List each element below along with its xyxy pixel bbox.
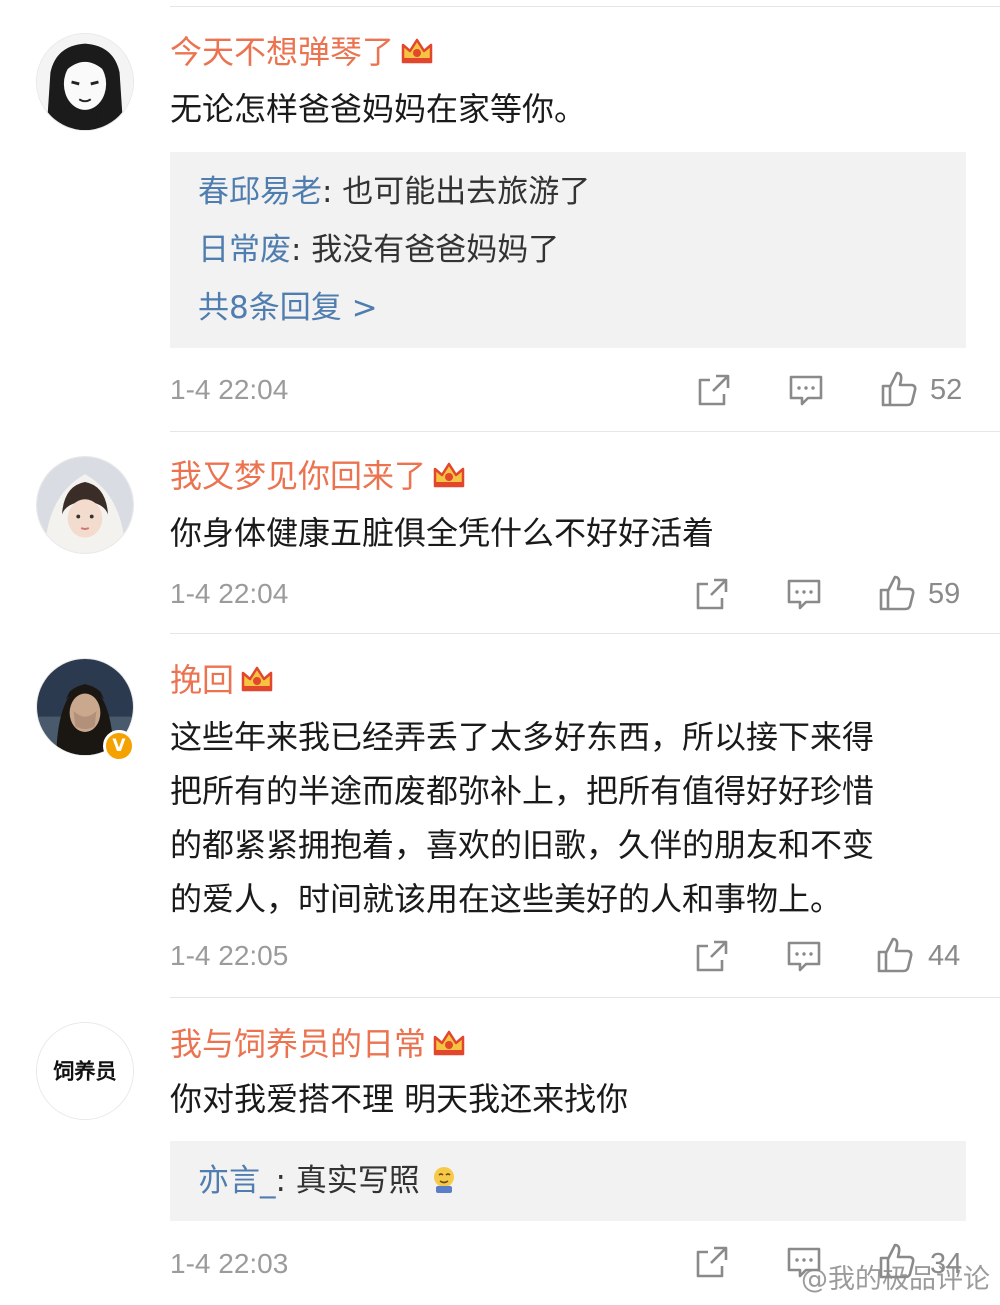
reply-username[interactable]: 春邱易老 [198,174,322,210]
comment-text: 无论怎样爸爸妈妈在家等你。 [170,90,587,128]
verified-badge-icon: V [103,730,135,762]
reply-box[interactable]: 亦言_: 真实写照 [170,1141,966,1221]
comment-item: 饲养员 我与饲养员的日常 你对我爱搭不理 明天我还来找你 亦言_: 真实写照 1… [0,998,1000,1305]
share-icon[interactable] [696,372,732,408]
crown-icon [240,663,274,693]
comment-item: 今天不想弹琴了 无论怎样爸爸妈妈在家等你。 春邱易老: 也可能出去旅游了 日常废… [0,0,1000,432]
reply-text: : 我没有爸爸妈妈了 [291,232,560,268]
avatar[interactable]: 饲养员 [36,1022,134,1120]
crown-icon [400,35,434,65]
comment-icon[interactable] [786,576,822,612]
crown-icon [432,459,466,489]
avatar-text: 饲养员 [52,1059,116,1084]
username-text[interactable]: 今天不想弹琴了 [170,33,394,71]
reply-box[interactable]: 春邱易老: 也可能出去旅游了 日常废: 我没有爸爸妈妈了 共8条回复 > [170,152,966,348]
share-icon[interactable] [694,1244,730,1280]
username-text[interactable]: 我又梦见你回来了 [170,457,426,495]
timestamp: 1-4 22:04 [170,578,289,609]
share-icon[interactable] [694,576,730,612]
comment-item: V 挽回 这些年来我已经弄丢了太多好东西，所以接下来得 把所有的半途而废都弥补上… [0,634,1000,998]
watermark: @我的极品评论 [801,1264,990,1295]
like-count: 44 [928,940,961,972]
reply-text: : 真实写照 [275,1163,420,1199]
timestamp: 1-4 22:03 [170,1248,289,1279]
comment-text: 你对我爱搭不理 明天我还来找你 [170,1080,629,1118]
username[interactable]: 我与饲养员的日常 [170,1024,466,1064]
reply-item[interactable]: 春邱易老: 也可能出去旅游了 [198,172,590,212]
like-count: 59 [928,578,961,610]
comment-text: 这些年来我已经弄丢了太多好东西，所以接下来得 把所有的半途而废都弥补上，把所有值… [170,718,875,918]
more-replies-link[interactable]: 共8条回复 > [198,288,378,328]
reply-username[interactable]: 亦言_ [198,1163,276,1199]
like-icon[interactable] [878,574,916,612]
share-icon[interactable] [694,938,730,974]
like-icon[interactable] [880,370,918,408]
comment-icon[interactable] [786,938,822,974]
crown-icon [432,1027,466,1057]
comment-text: 你身体健康五脏俱全凭什么不好好活着 [170,514,715,552]
comment-icon[interactable] [788,372,824,408]
comment-item: 我又梦见你回来了 你身体健康五脏俱全凭什么不好好活着 1-4 22:04 59 [0,432,1000,634]
username-text[interactable]: 我与饲养员的日常 [170,1025,426,1063]
avatar[interactable] [36,456,134,554]
username[interactable]: 我又梦见你回来了 [170,456,466,496]
like-count: 52 [930,374,963,406]
timestamp: 1-4 22:04 [170,374,289,405]
like-icon[interactable] [876,936,914,974]
username[interactable]: 挽回 [170,660,274,700]
reply-text: : 也可能出去旅游了 [322,174,591,210]
avatar[interactable] [36,33,134,131]
reply-username[interactable]: 日常废 [198,232,291,268]
emoji-icon [430,1165,460,1195]
reply-item[interactable]: 日常废: 我没有爸爸妈妈了 [198,230,559,270]
username-text[interactable]: 挽回 [170,661,234,699]
reply-item[interactable]: 亦言_: 真实写照 [198,1161,460,1201]
timestamp: 1-4 22:05 [170,940,289,971]
username[interactable]: 今天不想弹琴了 [170,32,434,72]
